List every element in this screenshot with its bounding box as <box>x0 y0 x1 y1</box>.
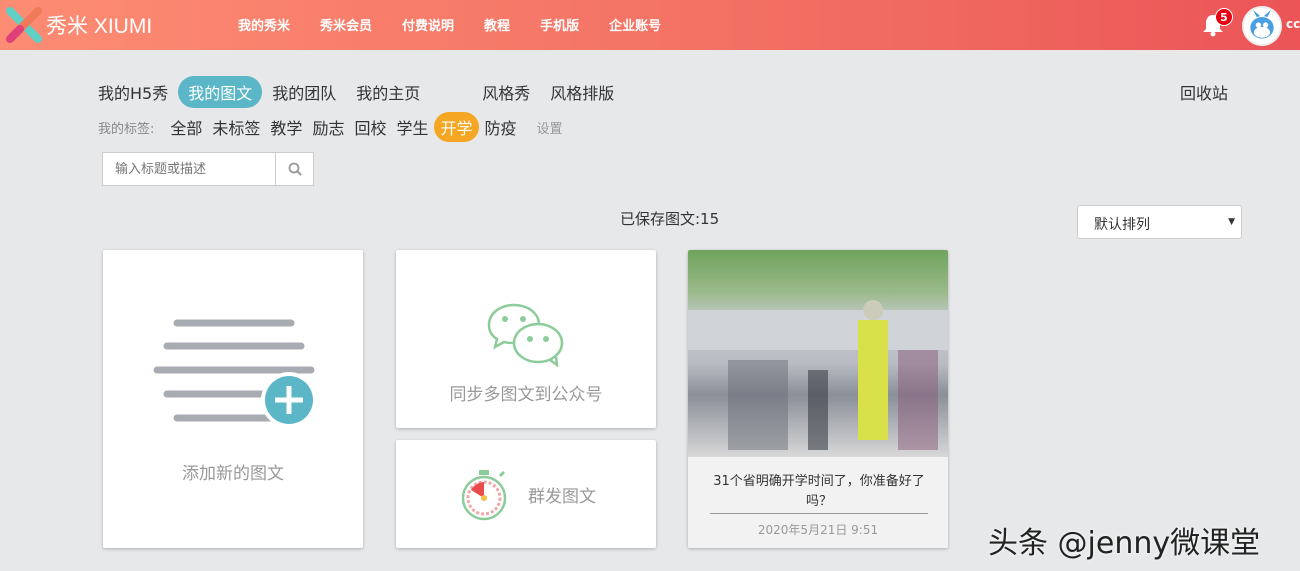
notification-badge: 5 <box>1215 8 1233 26</box>
nav-membership[interactable]: 秀米会员 <box>320 15 372 34</box>
article-date: 2020年5月21日 9:51 <box>757 523 879 537</box>
search-icon <box>288 162 302 176</box>
article-cover-image[interactable] <box>688 250 948 457</box>
tab-my-articles[interactable]: 我的图文 <box>178 76 263 108</box>
username[interactable]: cc <box>1286 17 1300 31</box>
top-bar: 秀米 XIUMI 我的秀米 秀米会员 付费说明 教程 手机版 企业账号 5 cc <box>0 0 1300 50</box>
logo-text: 秀米 XIUMI <box>46 15 153 38</box>
tag-teaching[interactable]: 教学 <box>266 112 306 142</box>
main-nav: 我的秀米 秀米会员 付费说明 教程 手机版 企业账号 <box>238 15 661 34</box>
logo[interactable]: 秀米 XIUMI <box>6 7 152 43</box>
article-card[interactable]: 31个省明确开学时间了，你准备好了吗？ 2020年5月21日 9:51 <box>688 250 948 548</box>
search-input[interactable] <box>103 153 275 185</box>
tag-inspiration[interactable]: 励志 <box>308 112 348 142</box>
xiumi-logo-icon <box>6 7 42 43</box>
nav-my-xiumi[interactable]: 我的秀米 <box>238 15 290 34</box>
add-document-icon <box>153 319 317 428</box>
article-title[interactable]: 31个省明确开学时间了，你准备好了吗？ <box>708 472 930 512</box>
add-article-card[interactable]: 添加新的图文 <box>103 250 363 548</box>
saved-count: 已保存图文:15 <box>620 210 720 228</box>
sort-selected: 默认排列 <box>1094 217 1150 233</box>
tag-back-to-school[interactable]: 回校 <box>350 112 390 142</box>
nav-mobile[interactable]: 手机版 <box>540 15 579 34</box>
tag-untagged[interactable]: 未标签 <box>208 112 264 142</box>
tag-epidemic-prevention[interactable]: 防疫 <box>481 112 521 142</box>
search-box <box>102 152 314 186</box>
tab-style-show[interactable]: 风格秀 <box>472 76 540 108</box>
nav-tutorial[interactable]: 教程 <box>484 15 510 34</box>
nav-pricing[interactable]: 付费说明 <box>402 15 454 34</box>
tag-students[interactable]: 学生 <box>392 112 432 142</box>
sync-to-wechat-card[interactable]: 同步多图文到公众号 <box>396 250 656 428</box>
tab-my-h5[interactable]: 我的H5秀 <box>98 76 178 108</box>
tab-style-layout[interactable]: 风格排版 <box>540 76 624 108</box>
search-button[interactable] <box>275 153 313 185</box>
sync-label: 同步多图文到公众号 <box>449 385 603 405</box>
tag-settings-link[interactable]: 设置 <box>537 118 563 137</box>
tab-my-homepage[interactable]: 我的主页 <box>346 76 430 108</box>
nav-enterprise[interactable]: 企业账号 <box>609 15 661 34</box>
main-tabs: 我的H5秀 我的图文 我的团队 我的主页 风格秀 风格排版 <box>98 76 624 108</box>
watermark: 头条 @jenny微课堂 <box>988 526 1261 561</box>
mass-send-label: 群发图文 <box>528 487 596 507</box>
wechat-icon <box>487 303 564 367</box>
tab-my-team[interactable]: 我的团队 <box>262 76 346 108</box>
chevron-down-icon: ▼ <box>1228 217 1235 227</box>
recycle-bin-link[interactable]: 回收站 <box>1180 80 1228 104</box>
tag-school-opening[interactable]: 开学 <box>434 112 479 142</box>
tag-filter: 我的标签: 全部 未标签 教学 励志 回校 学生 开学 防疫 设置 <box>98 112 563 142</box>
mass-send-card[interactable]: 群发图文 <box>396 440 656 548</box>
tags-label: 我的标签: <box>98 121 155 137</box>
tag-all[interactable]: 全部 <box>166 112 206 142</box>
divider <box>710 513 928 514</box>
sort-select[interactable]: 默认排列 ▼ <box>1077 205 1242 239</box>
avatar[interactable] <box>1242 6 1282 46</box>
add-article-label: 添加新的图文 <box>182 464 284 484</box>
